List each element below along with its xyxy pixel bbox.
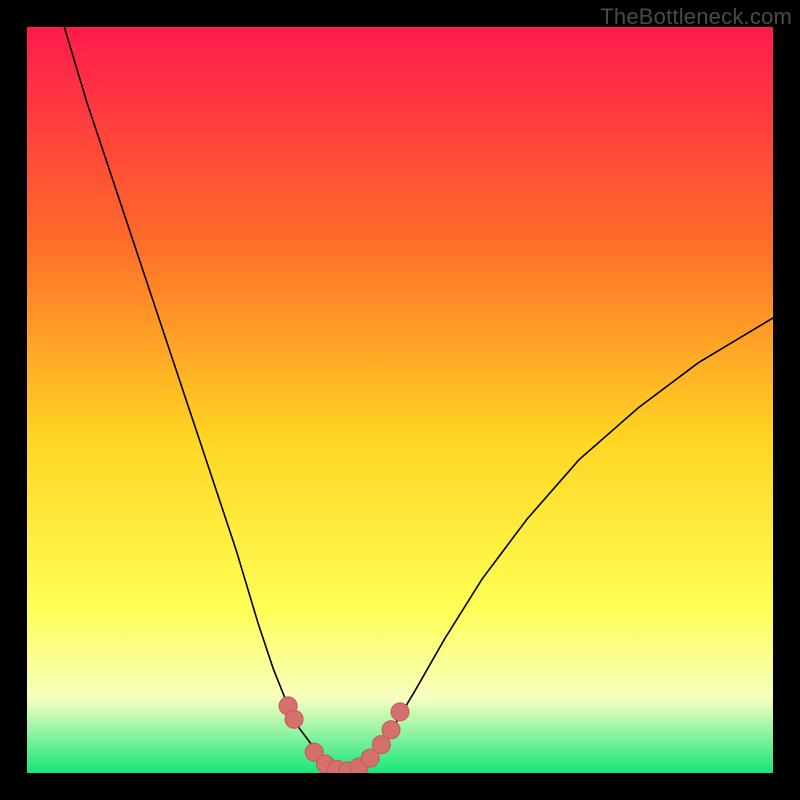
data-marker — [285, 710, 303, 728]
bottleneck-curve-chart — [27, 27, 773, 773]
gradient-background — [27, 27, 773, 773]
chart-frame: TheBottleneck.com — [0, 0, 800, 800]
data-marker — [382, 721, 400, 739]
plot-area — [27, 27, 773, 773]
data-marker — [391, 703, 409, 721]
